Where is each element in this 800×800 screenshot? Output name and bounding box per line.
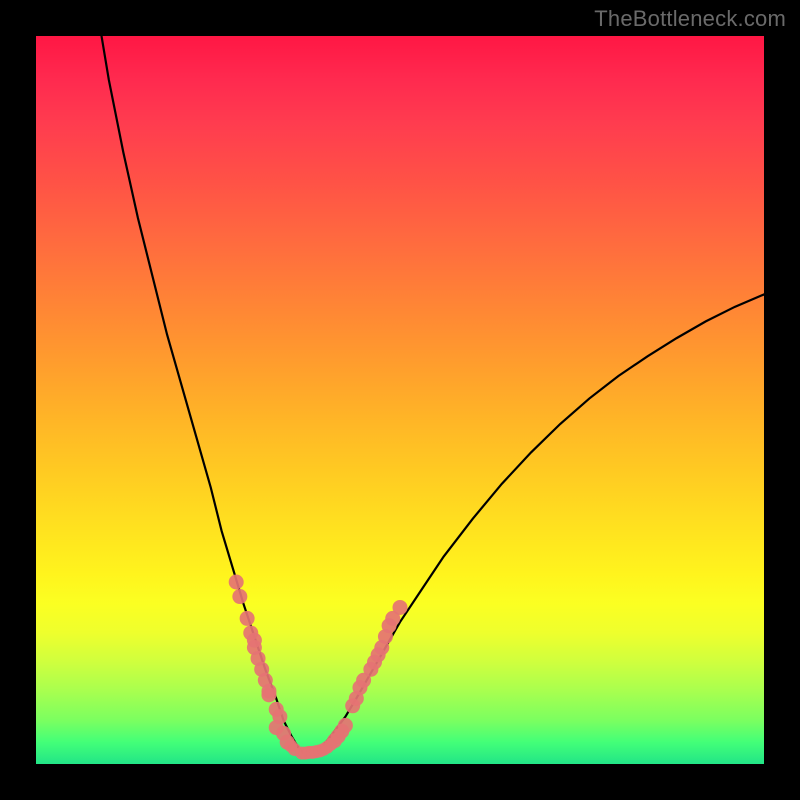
bottleneck-curve-left — [102, 36, 306, 755]
marker-dot — [229, 575, 244, 590]
plot-area — [36, 36, 764, 764]
marker-group — [229, 575, 408, 760]
marker-dot — [338, 718, 353, 733]
marker-dot — [240, 611, 255, 626]
watermark-text: TheBottleneck.com — [594, 6, 786, 32]
marker-dot — [393, 600, 408, 615]
curve-layer — [36, 36, 764, 764]
chart-frame: TheBottleneck.com — [0, 0, 800, 800]
marker-dot — [232, 589, 247, 604]
marker-dot — [261, 687, 276, 702]
bottleneck-curve-right — [305, 294, 764, 755]
